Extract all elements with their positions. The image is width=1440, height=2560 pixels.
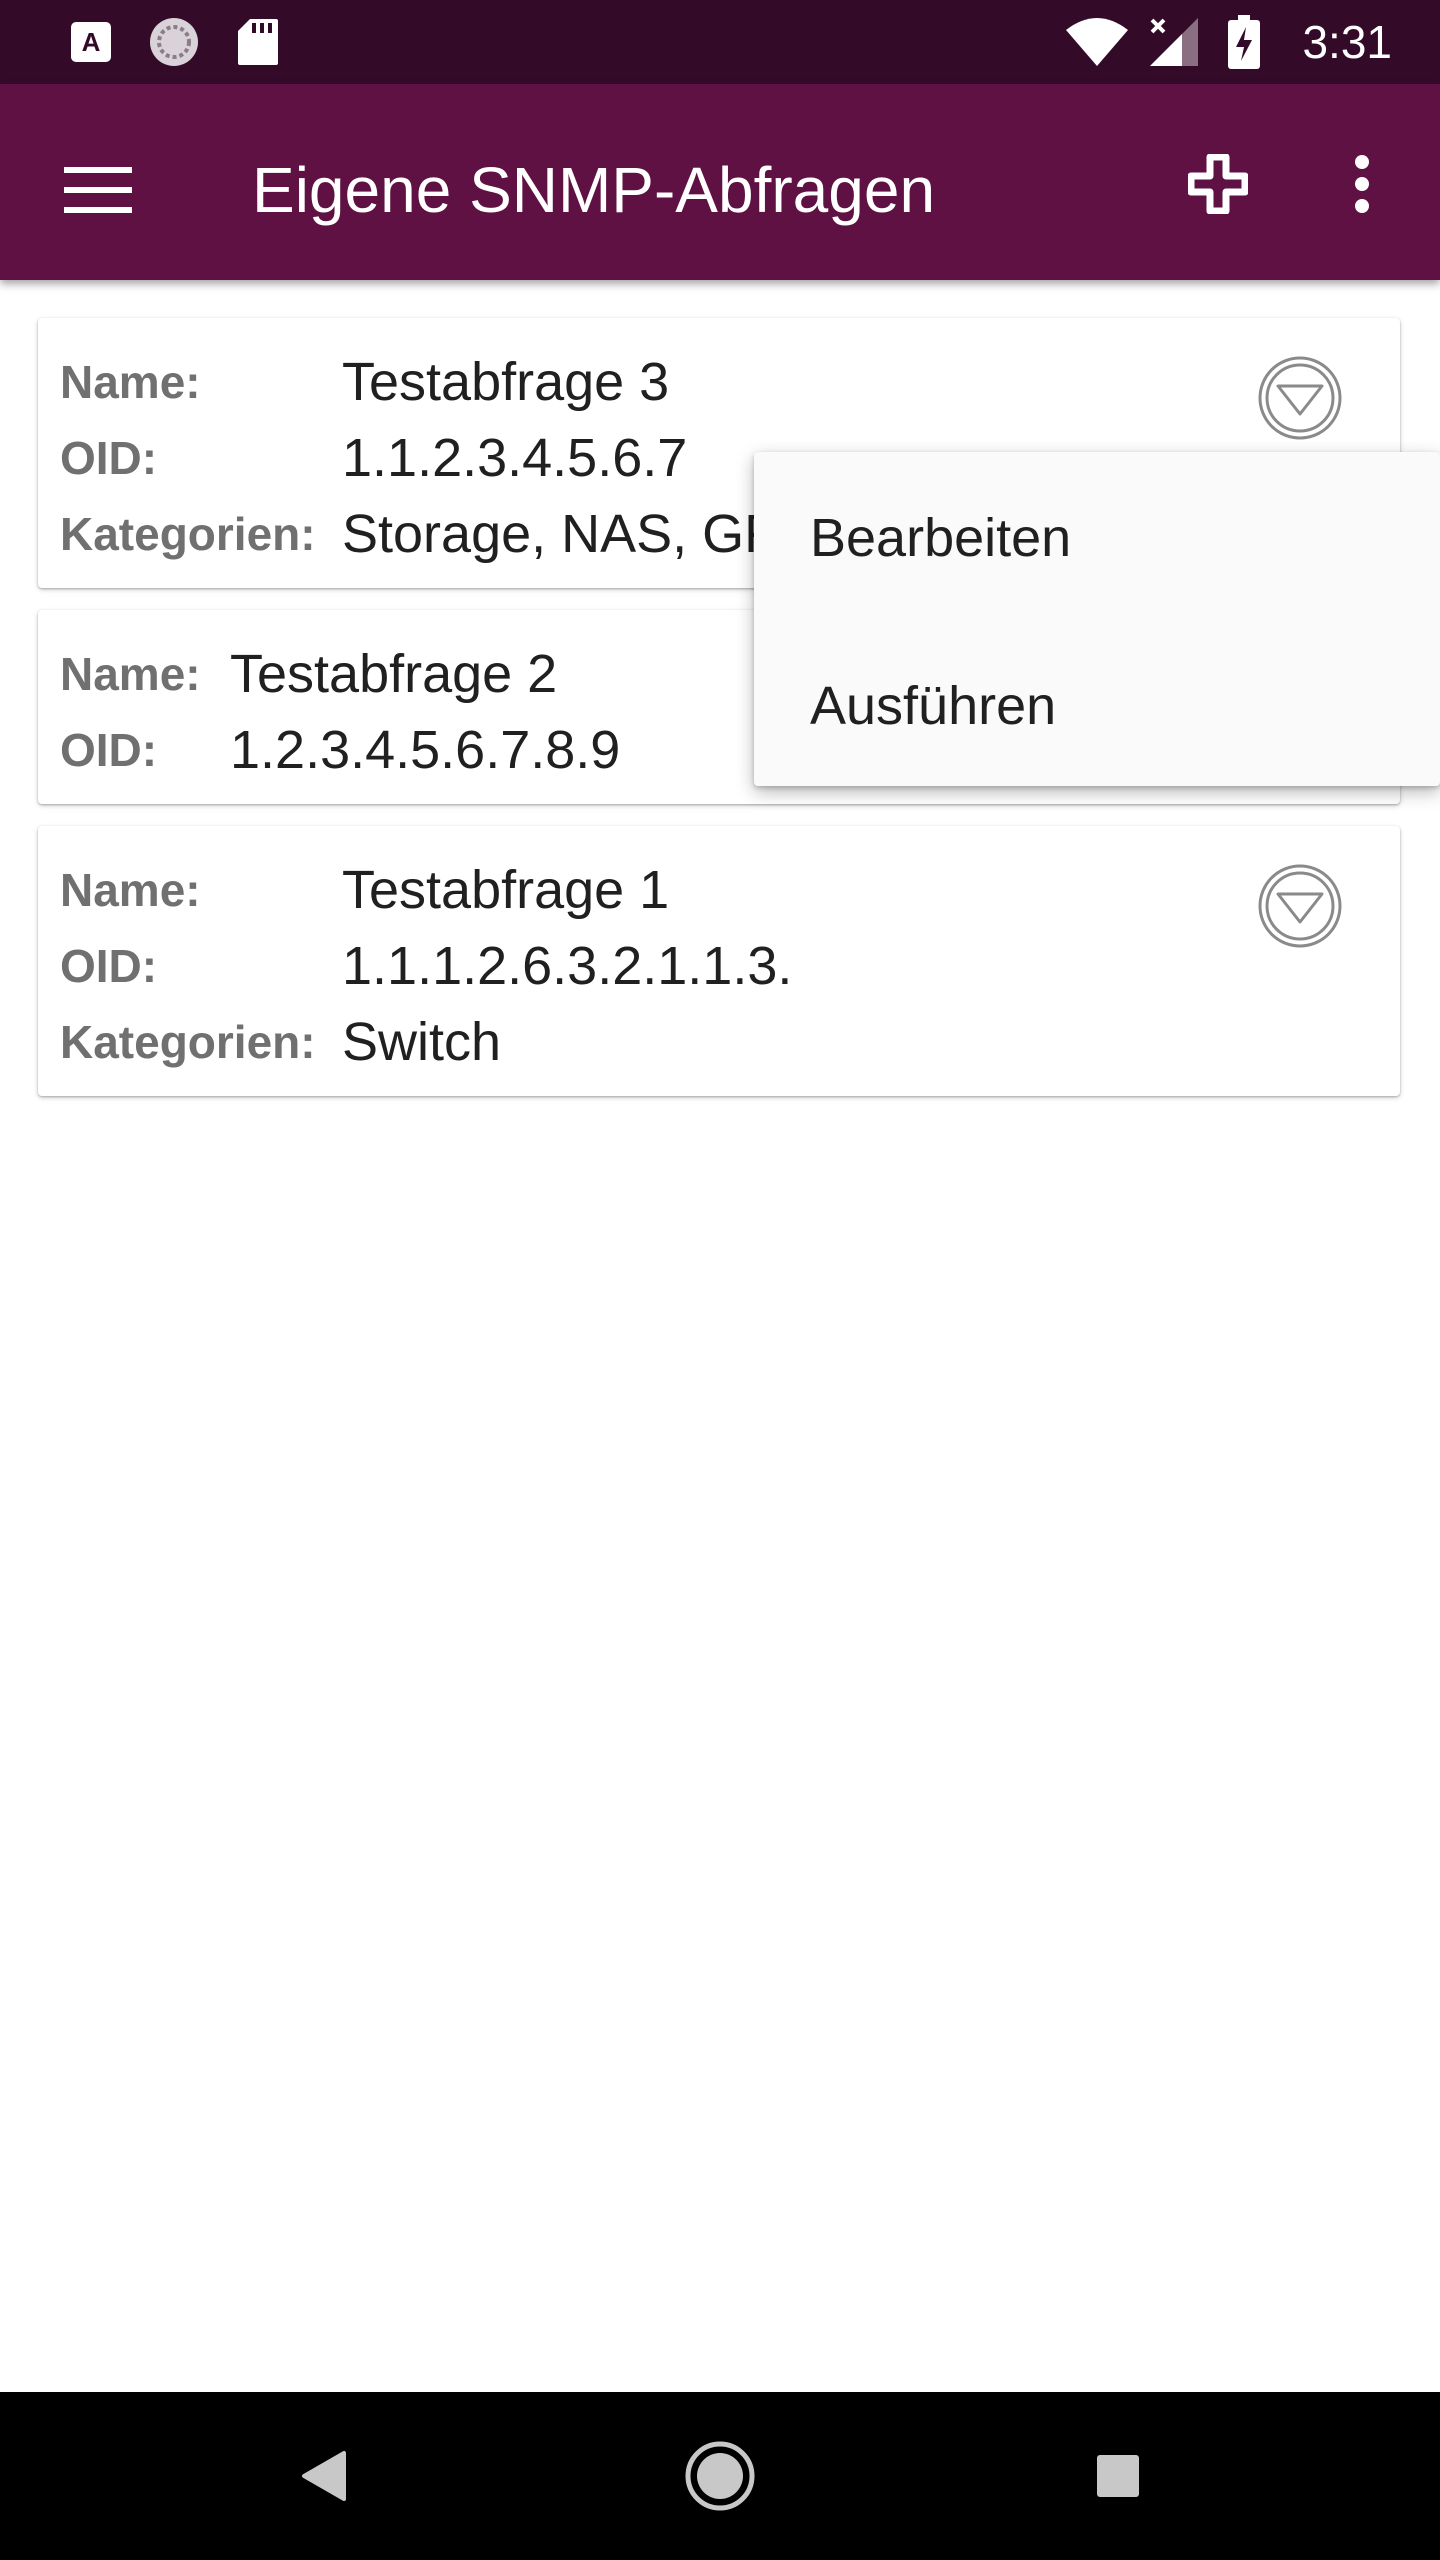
- menu-item-bearbeiten[interactable]: Bearbeiten: [810, 488, 1071, 588]
- query-oid: 1.1.1.2.6.3.2.1.1.3.: [342, 936, 793, 996]
- home-icon[interactable]: [676, 2432, 764, 2520]
- name-row: Name:: [60, 852, 201, 928]
- query-card[interactable]: Name: Testabfrage 1 OID: 1.1.1.2.6.3.2.1…: [38, 826, 1400, 1096]
- name-label: Name:: [60, 356, 201, 408]
- name-row: Name:: [60, 344, 201, 420]
- battery-charging-icon: [1228, 15, 1260, 69]
- page-title: Eigene SNMP-Abfragen: [252, 154, 936, 226]
- categories-label: Kategorien:: [60, 1016, 316, 1068]
- signal-icon: [1148, 16, 1200, 68]
- categories-label: Kategorien:: [60, 508, 316, 560]
- status-bar: A 3:31: [0, 0, 1440, 84]
- recents-icon[interactable]: [1074, 2432, 1162, 2520]
- categories-row: Kategorien:: [60, 496, 316, 572]
- context-menu: Bearbeiten Ausführen: [754, 452, 1440, 786]
- query-categories: Switch: [342, 1012, 502, 1072]
- more-vert-icon[interactable]: [1326, 142, 1398, 226]
- query-name: Testabfrage 1: [342, 860, 670, 920]
- app-bar: Eigene SNMP-Abfragen: [0, 84, 1440, 280]
- oid-label: OID:: [60, 724, 158, 776]
- menu-item-ausfuehren[interactable]: Ausführen: [810, 656, 1056, 756]
- wifi-icon: [1064, 16, 1130, 68]
- name-row: Name:: [60, 636, 201, 712]
- sd-card-icon: [236, 16, 280, 68]
- oid-row: OID:: [60, 928, 157, 1004]
- query-name: Testabfrage 2: [230, 644, 558, 704]
- oid-row: OID:: [60, 420, 157, 496]
- svg-text:A: A: [82, 27, 101, 57]
- name-label: Name:: [60, 864, 201, 916]
- oid-label: OID:: [60, 940, 158, 992]
- expand-icon[interactable]: [1256, 354, 1344, 442]
- back-icon[interactable]: [280, 2432, 368, 2520]
- status-time: 3:31: [1302, 16, 1392, 68]
- navigation-bar: [0, 2392, 1440, 2560]
- query-oid: 1.2.3.4.5.6.7.8.9: [230, 720, 621, 780]
- categories-row: Kategorien:: [60, 1004, 316, 1080]
- query-oid: 1.1.2.3.4.5.6.7: [342, 428, 688, 488]
- query-name: Testabfrage 3: [342, 352, 670, 412]
- query-categories: Storage, NAS, GF: [342, 504, 778, 564]
- menu-icon[interactable]: [56, 148, 140, 232]
- autofill-icon: A: [68, 16, 114, 68]
- name-label: Name:: [60, 648, 201, 700]
- oid-row: OID:: [60, 712, 157, 788]
- add-icon[interactable]: [1176, 142, 1260, 226]
- expand-icon[interactable]: [1256, 862, 1344, 950]
- sync-icon: [146, 16, 202, 68]
- oid-label: OID:: [60, 432, 158, 484]
